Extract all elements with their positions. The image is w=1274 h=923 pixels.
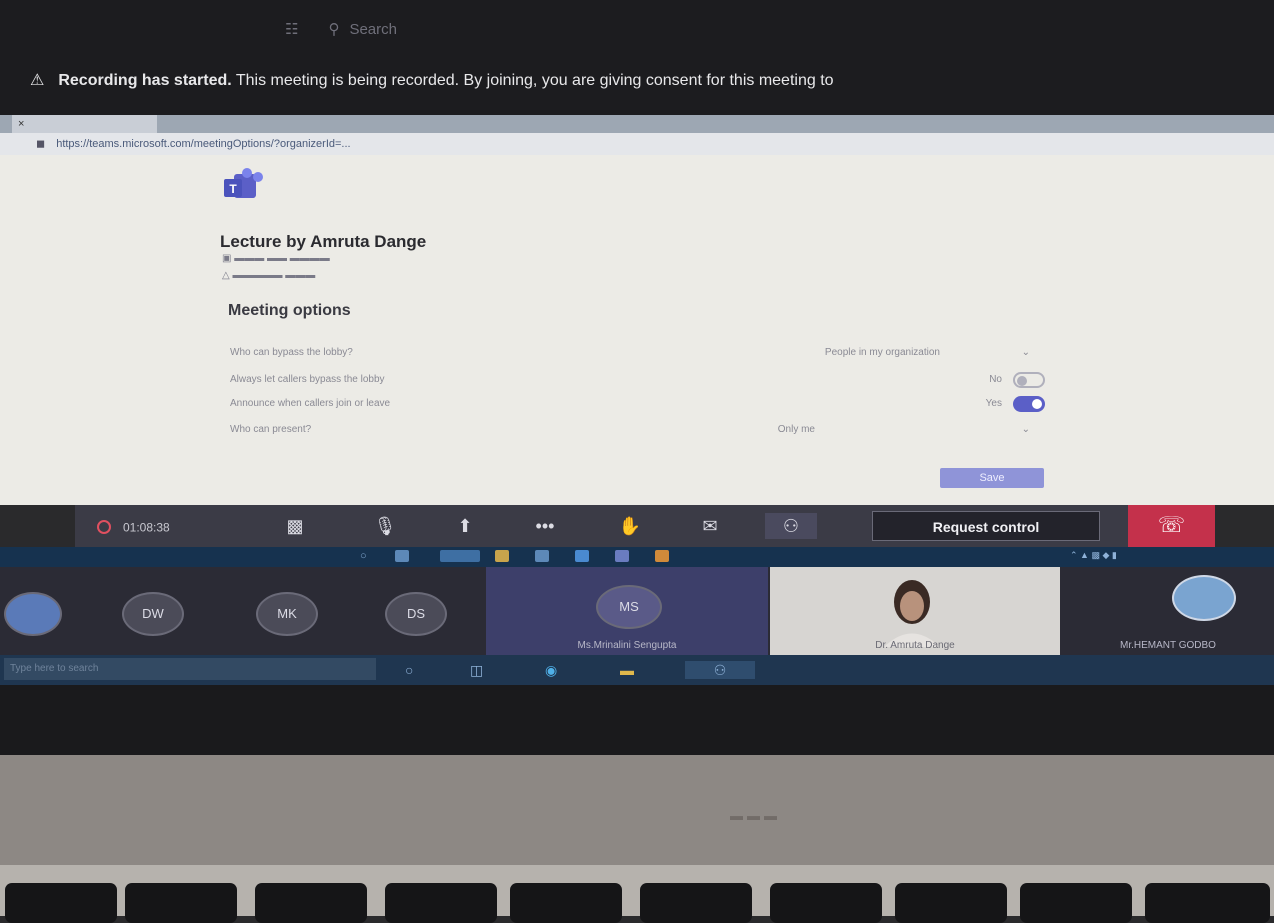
svg-text:T: T [229, 182, 237, 196]
shared-screen-taskbar: ○ ⌃ ▲ ▩ ◆ ▮ [0, 547, 1274, 567]
meeting-title: Lecture by Amruta Dange [220, 232, 427, 251]
new-chat-icon[interactable]: ☷ [285, 20, 298, 38]
phone-hangup-icon: ☏ [1157, 512, 1186, 537]
laptop-keyboard [0, 865, 1274, 923]
keyboard-key [255, 883, 367, 923]
option-row-callers-bypass: Always let callers bypass the lobby No [230, 372, 1050, 396]
request-control-button[interactable]: Request control [872, 511, 1100, 541]
start-circle-icon[interactable]: ○ [360, 550, 374, 562]
announce-callers-toggle[interactable] [1013, 396, 1045, 412]
option-toggle-state: Yes [985, 398, 1002, 409]
mail-icon[interactable] [575, 550, 589, 562]
option-label: Announce when callers join or leave [230, 398, 391, 409]
laptop-body [0, 755, 1274, 865]
search-icon: ⚲ [328, 21, 340, 38]
edge-icon[interactable]: ◉ [545, 661, 557, 679]
browser-address-bar[interactable]: ◼ https://teams.microsoft.com/meetingOpt… [0, 133, 1274, 155]
option-dropdown[interactable]: People in my organization [825, 347, 940, 358]
recording-banner-message: This meeting is being recorded. By joini… [235, 72, 834, 89]
keyboard-key [510, 883, 622, 923]
title-bar-search[interactable]: ☷ ⚲ Search [285, 20, 397, 39]
chevron-down-icon[interactable]: ⌄ [1022, 424, 1030, 435]
participant-name: Dr. Amruta Dange [875, 640, 955, 651]
participant-avatar[interactable]: DW [122, 592, 184, 636]
teams-taskbar-icon[interactable]: ⚇ [685, 661, 755, 679]
url-text: https://teams.microsoft.com/meetingOptio… [56, 138, 351, 150]
keyboard-key [640, 883, 752, 923]
option-label: Who can present? [230, 424, 312, 435]
chat-icon[interactable]: ✉ [690, 513, 730, 539]
recording-banner-title: Recording has started. [58, 72, 232, 89]
keyboard-key [1020, 883, 1132, 923]
task-view-icon[interactable] [395, 550, 409, 562]
participants-icon[interactable]: ⚇ [765, 513, 817, 539]
file-explorer-icon[interactable]: ▬ [620, 661, 634, 679]
timer-text: 01:08:38 [123, 520, 170, 535]
teams-logo-icon: T [224, 168, 263, 198]
meeting-options-page [0, 155, 1274, 505]
participant-video-tile[interactable]: Dr. Amruta Dange [770, 567, 1060, 657]
option-toggle-state: No [989, 374, 1002, 385]
meeting-options-heading: Meeting options [228, 302, 351, 319]
option-label: Always let callers bypass the lobby [230, 374, 385, 385]
task-view-icon[interactable]: ◫ [470, 661, 483, 679]
keyboard-key [125, 883, 237, 923]
participant-name: Mr.HEMANT GODBO [1120, 640, 1216, 651]
teams-title-bar [0, 0, 1274, 115]
lock-icon: ◼ [36, 138, 46, 150]
share-screen-icon[interactable]: ⬆ [445, 513, 485, 539]
keyboard-key [5, 883, 117, 923]
camera-icon[interactable]: ▩ [275, 513, 315, 539]
participant-avatar[interactable]: DS [385, 592, 447, 636]
cortana-icon[interactable]: ○ [405, 661, 413, 679]
browser-app-icon[interactable] [440, 550, 480, 562]
option-row-who-can-present: Who can present? Only me ⌄ [230, 424, 1050, 446]
teams-taskbar-icon[interactable] [615, 550, 629, 562]
chevron-down-icon[interactable]: ⌄ [1022, 347, 1030, 358]
taskbar-search-box[interactable]: Type here to search [4, 658, 376, 680]
chrome-icon[interactable] [655, 550, 669, 562]
keyboard-key [770, 883, 882, 923]
mic-muted-icon[interactable]: 🎙 [365, 513, 405, 539]
recording-icon [97, 520, 111, 535]
participant-photo-avatar [1172, 575, 1236, 621]
option-dropdown[interactable]: Only me [778, 424, 815, 435]
participant-tile[interactable]: Mr.HEMANT GODBO [1062, 567, 1274, 657]
save-button[interactable]: Save [940, 468, 1044, 488]
hang-up-button[interactable]: ☏ [1128, 505, 1215, 547]
search-placeholder: Search [349, 20, 397, 38]
participant-avatar[interactable]: MK [256, 592, 318, 636]
option-label: Who can bypass the lobby? [230, 347, 353, 358]
more-options-icon[interactable]: ••• [525, 513, 565, 539]
browser-tab[interactable]: × [12, 115, 157, 133]
warning-icon: ⚠ [30, 72, 45, 89]
meeting-date-row: ▣ ▬▬▬ ▬▬ ▬▬▬▬ [222, 253, 330, 264]
raise-hand-icon[interactable]: ✋ [610, 513, 650, 539]
participant-avatar[interactable] [4, 592, 62, 636]
meeting-control-bar: 01:08:38 ▩ 🎙 ⬆ ••• ✋ ✉ ⚇ Request control… [75, 505, 1215, 547]
file-explorer-icon[interactable] [495, 550, 509, 562]
store-icon[interactable] [535, 550, 549, 562]
browser-tab-strip [0, 115, 1274, 133]
laptop-bezel [0, 685, 1274, 755]
participants-strip: DW MK DS MS Ms.Mrinalini Sengupta Dr. Am… [0, 567, 1274, 657]
callers-bypass-toggle[interactable] [1013, 372, 1045, 388]
recording-banner: ⚠ Recording has started. This meeting is … [30, 70, 834, 90]
option-row-bypass-lobby: Who can bypass the lobby? People in my o… [230, 347, 1050, 369]
participant-tile[interactable]: MS Ms.Mrinalini Sengupta [486, 567, 768, 657]
meeting-organizer-row: △ ▬▬▬▬▬ ▬▬▬ [222, 270, 316, 281]
laptop-brand-logo: ▬▬▬ [730, 808, 781, 823]
keyboard-key [895, 883, 1007, 923]
participant-name: Ms.Mrinalini Sengupta [577, 640, 677, 651]
keyboard-key [1145, 883, 1270, 923]
participant-camera-video [870, 572, 950, 647]
windows-taskbar: Type here to search ○ ◫ ◉ ▬ ⚇ [0, 655, 1274, 685]
system-tray-icon: ⌃ ▲ ▩ ◆ ▮ [1070, 550, 1117, 560]
participant-avatar: MS [596, 585, 662, 629]
recording-timer: 01:08:38 [97, 513, 237, 539]
keyboard-key [385, 883, 497, 923]
option-row-announce-callers: Announce when callers join or leave Yes [230, 396, 1050, 420]
